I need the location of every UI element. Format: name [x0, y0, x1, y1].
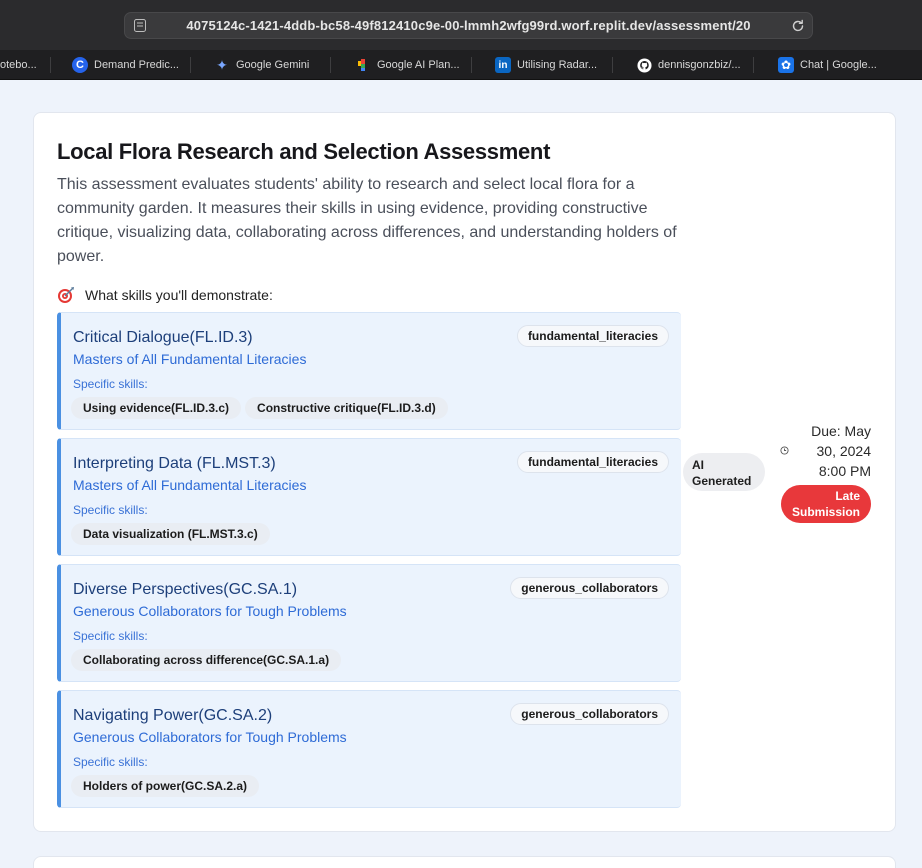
assessment-description: This assessment evaluates students' abil… [57, 176, 677, 265]
assessment-title: Local Flora Research and Selection Asses… [57, 139, 551, 164]
category-tag: generous_collaborators [510, 703, 669, 725]
due-date: Due: May 30, 2024 8:00 PM [811, 423, 871, 479]
category-tag: generous_collaborators [510, 577, 669, 599]
specific-skills-label: Specific skills: [73, 755, 148, 769]
specific-skills-list: Collaborating across difference(GC.SA.1.… [71, 649, 342, 671]
skill-chip: Using evidence(FL.ID.3.c) [71, 397, 242, 419]
chat-icon: ✿ [778, 57, 794, 73]
specific-skills-list: Holders of power(GC.SA.2.a) [71, 775, 260, 797]
divider [753, 57, 754, 73]
skill-name: Interpreting Data (FL.MST.3) [73, 455, 276, 472]
bookmark-label: Chat | Google... [800, 59, 877, 71]
gemini-icon: ✦ [216, 56, 228, 73]
divider [190, 57, 191, 73]
sidebar-icon[interactable] [134, 19, 146, 32]
google-ai-icon [355, 57, 371, 73]
bookmark-label: Utilising Radar... [517, 59, 598, 71]
skill-card-interpreting-data: Interpreting Data (FL.MST.3) Masters of … [57, 438, 681, 556]
skill-name: Critical Dialogue(FL.ID.3) [73, 329, 253, 346]
skill-chip: Constructive critique(FL.ID.3.d) [245, 397, 448, 419]
divider [330, 57, 331, 73]
specific-skills-list: Using evidence(FL.ID.3.c) Constructive c… [71, 397, 448, 419]
skill-subtitle: Generous Collaborators for Tough Problem… [73, 729, 347, 745]
skill-subtitle: Masters of All Fundamental Literacies [73, 351, 307, 367]
skill-subtitle: Masters of All Fundamental Literacies [73, 477, 307, 493]
bookmark-label: Google AI Plan... [377, 59, 460, 71]
skill-name: Navigating Power(GC.SA.2) [73, 707, 273, 724]
specific-skills-label: Specific skills: [73, 503, 148, 517]
skill-card-diverse-perspectives: Diverse Perspectives(GC.SA.1) Generous C… [57, 564, 681, 682]
skill-name: Diverse Perspectives(GC.SA.1) [73, 581, 298, 598]
bookmark-notebook[interactable]: otebo... [0, 50, 37, 80]
skill-chip: Data visualization (FL.MST.3.c) [71, 523, 270, 545]
target-icon [58, 287, 74, 303]
specific-skills-label: Specific skills: [73, 377, 148, 391]
github-icon [636, 57, 652, 73]
divider [612, 57, 613, 73]
bookmark-github[interactable]: dennisgonzbiz/... [636, 50, 741, 80]
specific-skills-label: Specific skills: [73, 629, 148, 643]
skill-card-navigating-power: Navigating Power(GC.SA.2) Generous Colla… [57, 690, 681, 808]
bookmark-label: Demand Predic... [94, 59, 179, 71]
bookmark-google-ai-plan[interactable]: Google AI Plan... [355, 50, 460, 80]
divider [50, 57, 51, 73]
bookmark-label: Google Gemini [236, 59, 310, 71]
skills-heading: What skills you'll demonstrate: [57, 286, 273, 304]
reload-icon[interactable] [790, 18, 806, 34]
bookmark-label: dennisgonzbiz/... [658, 59, 741, 71]
bookmark-label: otebo... [0, 59, 37, 71]
late-submission-badge: Late Submission [781, 485, 871, 523]
bookmark-google-gemini[interactable]: ✦ Google Gemini [214, 50, 309, 80]
clock-icon [780, 446, 789, 455]
specific-skills-list: Data visualization (FL.MST.3.c) [71, 523, 270, 545]
category-tag: fundamental_literacies [516, 325, 669, 347]
bookmark-demand-predictor[interactable]: C Demand Predic... [72, 50, 179, 80]
skill-chip: Holders of power(GC.SA.2.a) [71, 775, 260, 797]
skill-subtitle: Generous Collaborators for Tough Problem… [73, 603, 347, 619]
url-text[interactable]: 4075124c-1421-4ddb-bc58-49f812410c9e-00-… [159, 18, 778, 33]
c-logo-icon: C [72, 57, 88, 73]
bookmark-linkedin[interactable]: in Utilising Radar... [495, 50, 597, 80]
skill-card-critical-dialogue: Critical Dialogue(FL.ID.3) Masters of Al… [57, 312, 681, 430]
linkedin-icon: in [495, 57, 511, 73]
category-tag: fundamental_literacies [516, 451, 669, 473]
skill-chip: Collaborating across difference(GC.SA.1.… [71, 649, 342, 671]
ai-generated-badge: AI Generated [683, 453, 765, 491]
bookmark-google-chat[interactable]: ✿ Chat | Google... [778, 50, 877, 80]
skills-heading-text: What skills you'll demonstrate: [85, 287, 273, 303]
divider [471, 57, 472, 73]
bookmarks-bar: otebo... C Demand Predic... ✦ Google Gem… [0, 50, 922, 80]
browser-toolbar: 4075124c-1421-4ddb-bc58-49f812410c9e-00-… [0, 0, 922, 50]
address-bar[interactable]: 4075124c-1421-4ddb-bc58-49f812410c9e-00-… [124, 12, 813, 39]
next-card [33, 856, 896, 868]
